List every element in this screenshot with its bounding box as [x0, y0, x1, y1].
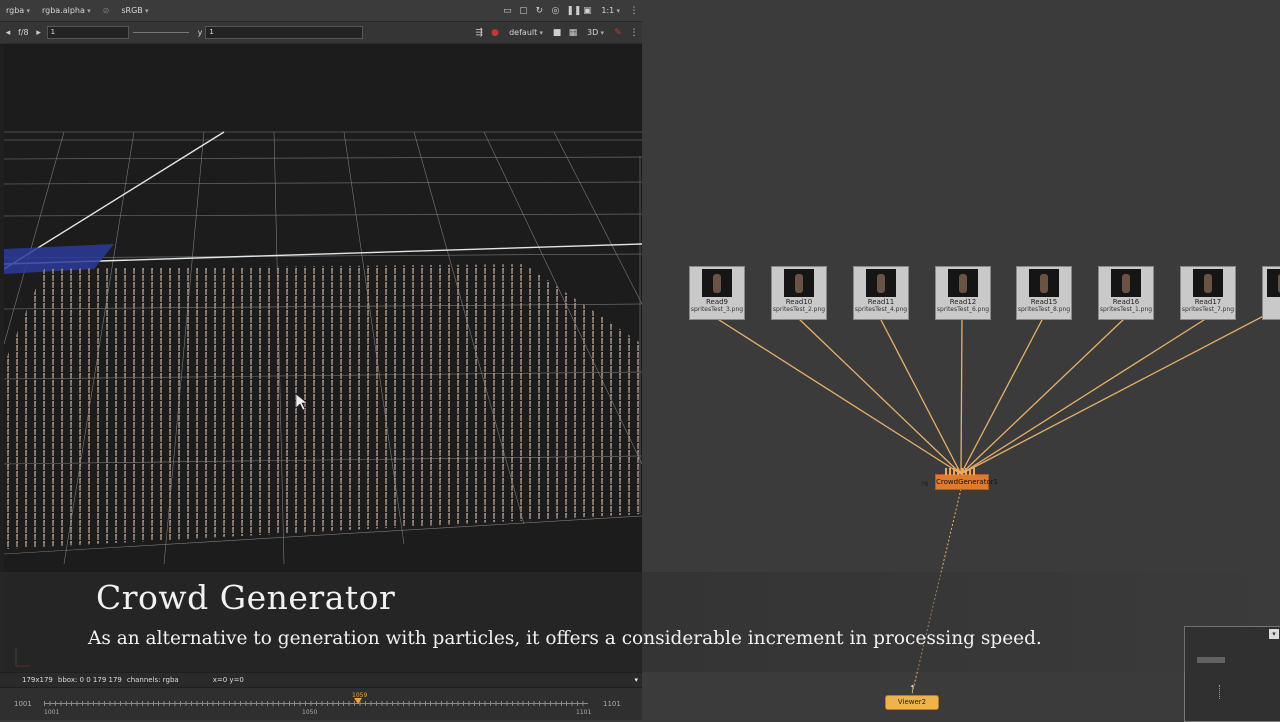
read-node-17[interactable]: Read17 spritesTest_7.png: [1180, 266, 1236, 320]
read-node-partial[interactable]: [1262, 266, 1280, 320]
crowd-generator-node[interactable]: CrowdGenerator1: [935, 474, 998, 490]
read-node-10[interactable]: Read10 spritesTest_2.png: [771, 266, 827, 320]
read-node-9[interactable]: Read9 spritesTest_3.png: [689, 266, 745, 320]
node-file: spritesTest_7.png: [1181, 306, 1235, 313]
node-file: spritesTest_8.png: [1017, 306, 1071, 313]
node-file: spritesTest_3.png: [690, 306, 744, 313]
node-name: Read16: [1112, 298, 1140, 306]
node-file: spritesTest_6.png: [936, 306, 990, 313]
read-thumb: [784, 269, 814, 297]
read-thumb: [948, 269, 978, 297]
minimap-wires: [1219, 685, 1234, 699]
read-node-15[interactable]: Read15 spritesTest_8.png: [1016, 266, 1072, 320]
node-name: Read12: [949, 298, 977, 306]
node-name: Read9: [705, 298, 729, 306]
caption-text: As an alternative to generation with par…: [88, 628, 1042, 649]
crowd-node-prefix: P8: [921, 481, 929, 488]
read-node-16[interactable]: Read16 spritesTest_1.png: [1098, 266, 1154, 320]
node-file: spritesTest_1.png: [1099, 306, 1153, 313]
read-thumb: [1193, 269, 1223, 297]
caption-title: Crowd Generator: [96, 578, 396, 617]
read-thumb: [1111, 269, 1141, 297]
node-file: spritesTest_2.png: [772, 306, 826, 313]
read-thumb: [1267, 269, 1280, 297]
node-file: spritesTest_4.png: [854, 306, 908, 313]
read-thumb: [702, 269, 732, 297]
node-name: Read15: [1030, 298, 1058, 306]
viewer-node[interactable]: Viewer2: [885, 695, 939, 710]
crowd-node-inputs[interactable]: [945, 468, 977, 475]
read-node-12[interactable]: Read12 spritesTest_6.png: [935, 266, 991, 320]
node-name: Read10: [785, 298, 813, 306]
read-node-11[interactable]: Read11 spritesTest_4.png: [853, 266, 909, 320]
node-name: Read11: [867, 298, 895, 306]
read-thumb: [1029, 269, 1059, 297]
node-name: Read17: [1194, 298, 1222, 306]
viewer-input-arrow-icon: ⇡: [909, 684, 916, 693]
read-thumb: [866, 269, 896, 297]
